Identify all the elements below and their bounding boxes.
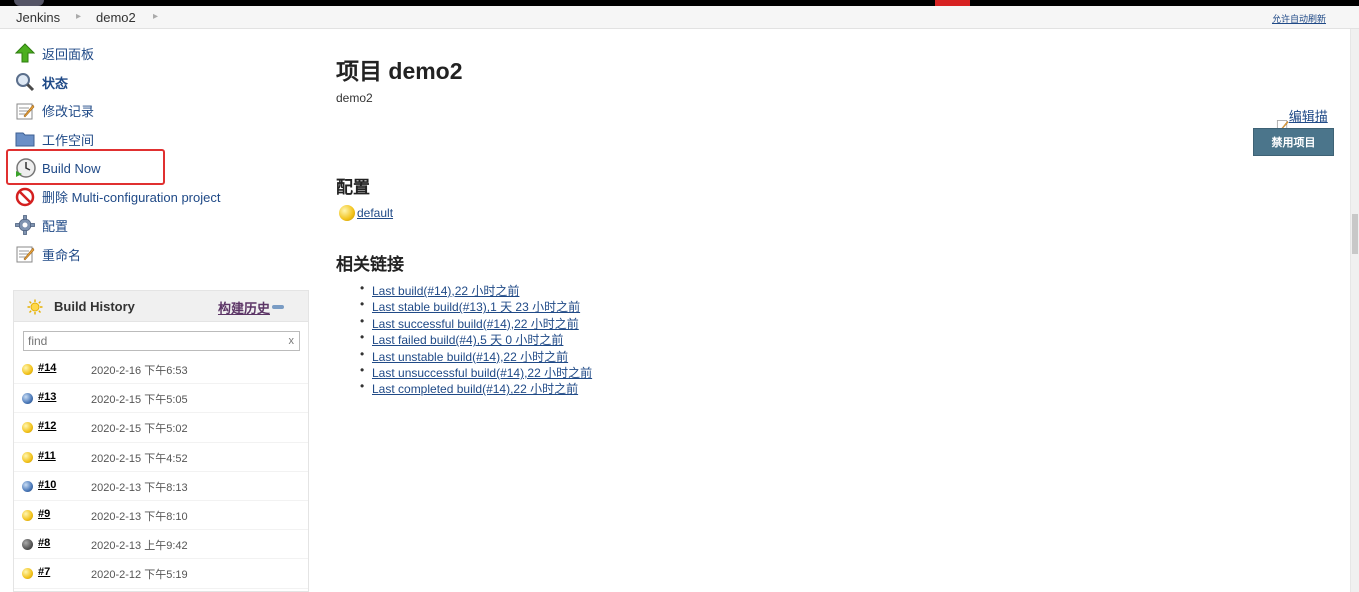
notepad-icon (14, 100, 36, 122)
config-status-yellow-icon (339, 205, 355, 221)
build-date[interactable]: 2020-2-13 下午8:13 (91, 479, 188, 495)
sidebar-item-label[interactable]: 配置 (42, 216, 68, 235)
sidebar-item-status[interactable]: 状态 (14, 68, 294, 97)
build-history-list: #14 2020-2-16 下午6:53 #13 2020-2-15 下午5:0… (14, 355, 308, 589)
up-arrow-icon (14, 42, 36, 64)
search-icon (14, 71, 36, 93)
list-item: Last unsuccessful build(#14),22 小时之前 (360, 363, 592, 380)
build-number-link[interactable]: #10 (38, 479, 56, 491)
chevron-right-icon[interactable]: ▸ (153, 11, 158, 22)
sidebar-item-changes[interactable]: 修改记录 (14, 96, 294, 125)
project-description: demo2 (336, 91, 373, 105)
page-title: 项目 demo2 (336, 58, 463, 84)
build-trend-link[interactable]: 构建历史 (218, 298, 270, 317)
config-default-link[interactable]: default (357, 206, 393, 220)
sidebar-item-back-to-dashboard[interactable]: 返回面板 (14, 39, 294, 68)
build-row: #7 2020-2-12 下午5:19 (14, 559, 308, 589)
build-number-link[interactable]: #7 (38, 566, 50, 578)
build-row: #12 2020-2-15 下午5:02 (14, 413, 308, 443)
related-links-list: Last build(#14),22 小时之前 Last stable buil… (360, 281, 592, 397)
breadcrumb-jenkins[interactable]: Jenkins (16, 10, 60, 25)
build-row: #13 2020-2-15 下午5:05 (14, 384, 308, 414)
list-item: Last failed build(#4),5 天 0 小时之前 (360, 330, 592, 347)
build-number-link[interactable]: #14 (38, 362, 56, 374)
build-history-header: Build History 构建历史 (14, 291, 308, 322)
build-date[interactable]: 2020-2-13 上午9:42 (91, 537, 188, 553)
list-item: Last build(#14),22 小时之前 (360, 281, 592, 298)
auto-refresh-link[interactable]: 允许自动刷新 (1272, 12, 1326, 25)
build-status-yellow-icon (22, 422, 33, 434)
build-date[interactable]: 2020-2-13 下午8:10 (91, 508, 188, 524)
build-number-link[interactable]: #9 (38, 508, 50, 520)
build-history-title: Build History (54, 299, 135, 314)
build-row: #11 2020-2-15 下午4:52 (14, 443, 308, 472)
vertical-scrollbar[interactable] (1350, 29, 1359, 592)
chevron-right-icon[interactable]: ▸ (76, 11, 81, 22)
last-unstable-build-link[interactable]: Last unstable build(#14),22 小时之前 (372, 350, 568, 364)
build-status-grey-icon (22, 539, 33, 551)
related-links-heading: 相关链接 (336, 255, 404, 274)
build-status-yellow-icon (22, 451, 33, 463)
no-entry-icon (14, 186, 36, 208)
build-search-input[interactable] (24, 332, 299, 350)
breadcrumb-demo2[interactable]: demo2 (96, 10, 136, 25)
list-item: Last stable build(#13),1 天 23 小时之前 (360, 297, 592, 314)
build-date[interactable]: 2020-2-15 下午4:52 (91, 450, 188, 466)
build-number-link[interactable]: #12 (38, 420, 56, 432)
sidebar-item-configure[interactable]: 配置 (14, 211, 294, 240)
build-history-widget: Build History 构建历史 x #14 2020-2-16 下午6:5… (13, 290, 309, 592)
breadcrumb: Jenkins ▸ demo2 ▸ 允许自动刷新 (0, 6, 1359, 29)
sidebar-item-label[interactable]: 删除 Multi-configuration project (42, 187, 220, 206)
configurations-heading: 配置 (336, 178, 370, 197)
build-history-search: x (23, 331, 300, 351)
list-item: Last successful build(#14),22 小时之前 (360, 314, 592, 331)
build-status-yellow-icon (22, 509, 33, 521)
build-date[interactable]: 2020-2-12 下午5:19 (91, 566, 188, 582)
config-item: default (339, 205, 393, 221)
build-date[interactable]: 2020-2-15 下午5:05 (91, 391, 188, 407)
last-build-link[interactable]: Last build(#14),22 小时之前 (372, 284, 519, 298)
sidebar-item-rename[interactable]: 重命名 (14, 240, 294, 269)
sidebar-item-delete-project[interactable]: 删除 Multi-configuration project (14, 182, 294, 211)
build-number-link[interactable]: #11 (38, 450, 56, 462)
notepad-icon (14, 243, 36, 265)
build-status-yellow-icon (22, 568, 33, 580)
build-row: #9 2020-2-13 下午8:10 (14, 501, 308, 531)
last-unsuccessful-build-link[interactable]: Last unsuccessful build(#14),22 小时之前 (372, 366, 592, 380)
sidebar-item-label[interactable]: 修改记录 (42, 101, 94, 120)
sidebar-item-label[interactable]: 工作空间 (42, 130, 94, 149)
last-stable-build-link[interactable]: Last stable build(#13),1 天 23 小时之前 (372, 300, 580, 314)
build-date[interactable]: 2020-2-16 下午6:53 (91, 362, 188, 378)
sidebar-item-label[interactable]: 返回面板 (42, 44, 94, 63)
sidebar-item-label[interactable]: 状态 (42, 73, 68, 92)
list-item: Last unstable build(#14),22 小时之前 (360, 347, 592, 364)
clear-icon[interactable]: x (289, 335, 295, 347)
build-number-link[interactable]: #13 (38, 391, 56, 403)
list-item: Last completed build(#14),22 小时之前 (360, 379, 592, 396)
build-row: #8 2020-2-13 上午9:42 (14, 530, 308, 560)
disable-project-button[interactable]: 禁用项目 (1253, 128, 1334, 156)
last-successful-build-link[interactable]: Last successful build(#14),22 小时之前 (372, 317, 579, 331)
build-now-highlight-box (6, 149, 165, 185)
build-status-yellow-icon (22, 364, 33, 375)
scrollbar-thumb[interactable] (1352, 214, 1358, 254)
build-row: #10 2020-2-13 下午8:13 (14, 472, 308, 501)
last-failed-build-link[interactable]: Last failed build(#4),5 天 0 小时之前 (372, 333, 563, 347)
folder-icon (14, 128, 36, 150)
sidebar-item-label[interactable]: 重命名 (42, 245, 81, 264)
collapse-icon[interactable] (272, 305, 284, 309)
sun-icon (27, 299, 43, 318)
build-status-blue-icon (22, 393, 33, 405)
build-date[interactable]: 2020-2-15 下午5:02 (91, 420, 188, 436)
build-row: #14 2020-2-16 下午6:53 (14, 355, 308, 385)
last-completed-build-link[interactable]: Last completed build(#14),22 小时之前 (372, 382, 578, 396)
build-number-link[interactable]: #8 (38, 537, 50, 549)
build-status-blue-icon (22, 480, 33, 492)
gear-icon (14, 214, 36, 236)
